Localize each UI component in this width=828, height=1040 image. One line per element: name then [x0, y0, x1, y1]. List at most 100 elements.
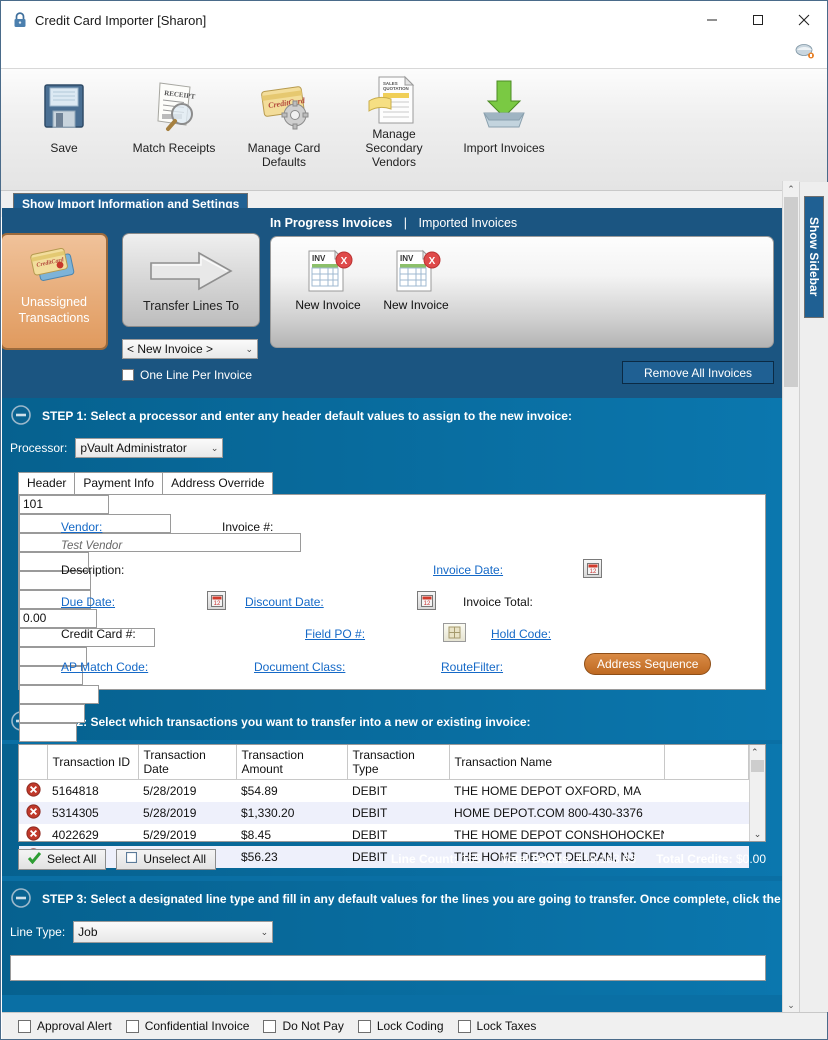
- discount-date-label[interactable]: Discount Date:: [245, 595, 324, 609]
- unselect-all-button[interactable]: Unselect All: [116, 848, 217, 870]
- due-date-calendar-icon[interactable]: 12: [207, 591, 226, 610]
- invoice-date-calendar-icon[interactable]: 12: [583, 559, 602, 578]
- document-class-label[interactable]: Document Class:: [254, 660, 345, 674]
- hold-code-label[interactable]: Hold Code:: [491, 627, 551, 641]
- cube-icon[interactable]: [443, 623, 466, 642]
- transactions-table-scrollbar[interactable]: ⌃ ⌄: [749, 745, 765, 841]
- invoice-item[interactable]: INV X New Invoice: [377, 249, 455, 312]
- new-invoice-select[interactable]: < New Invoice > ⌄: [122, 339, 258, 359]
- scroll-up-arrow-icon[interactable]: ⌃: [783, 181, 799, 197]
- route-filter-input[interactable]: [19, 723, 77, 742]
- cell-transaction-id: 5314305: [47, 802, 138, 824]
- scroll-down-arrow-icon[interactable]: ⌄: [783, 997, 799, 1013]
- scroll-up-arrow-icon[interactable]: ⌃: [751, 745, 764, 759]
- column-header-select[interactable]: [19, 745, 48, 780]
- column-header-transaction-id[interactable]: Transaction ID: [47, 745, 139, 780]
- delete-circle-icon[interactable]: [24, 782, 42, 800]
- tab-header[interactable]: Header: [18, 472, 76, 494]
- show-sidebar-button[interactable]: Show Sidebar: [804, 196, 824, 318]
- collapse-minus-icon[interactable]: [10, 887, 32, 912]
- help-icon[interactable]: [795, 42, 815, 63]
- svg-text:12: 12: [423, 601, 430, 607]
- line-type-select[interactable]: Job ⌄: [73, 921, 274, 943]
- route-filter-label[interactable]: RouteFilter:: [441, 660, 503, 674]
- ap-match-code-label[interactable]: AP Match Code:: [61, 660, 148, 674]
- cell-transaction-name: THE HOME DEPOT OXFORD, MA: [454, 784, 642, 798]
- toolbar-match-receipts-button[interactable]: RECEIPT Match Receipts: [119, 75, 229, 155]
- line-count-group: Line Count: 155: [391, 852, 481, 866]
- tab-address-override[interactable]: Address Override: [162, 472, 274, 494]
- due-date-label[interactable]: Due Date:: [61, 595, 115, 609]
- row-delete-cell[interactable]: [19, 802, 47, 824]
- toolbar-manage-card-defaults-button[interactable]: CreditCard Manage Card Defaults: [229, 75, 339, 169]
- column-header-transaction-amount[interactable]: Transaction Amount: [236, 745, 348, 780]
- invoice-list-panel: INV X New Invoice INV X New Invoice: [270, 236, 774, 348]
- vendor-input[interactable]: 101: [19, 495, 109, 514]
- remove-all-invoices-button[interactable]: Remove All Invoices: [622, 361, 774, 384]
- step1-header[interactable]: STEP 1: Select a processor and enter any…: [2, 398, 782, 434]
- one-line-per-invoice-checkbox[interactable]: One Line Per Invoice: [122, 368, 252, 382]
- table-row[interactable]: 4022629 5/29/2019 $8.45 DEBIT THE HOME D…: [19, 824, 749, 846]
- ap-match-code-input[interactable]: [19, 685, 99, 704]
- checkbox-do-not-pay[interactable]: Do Not Pay: [263, 1019, 344, 1033]
- maximize-button[interactable]: [735, 1, 781, 39]
- table-row[interactable]: 5314305 5/28/2019 $1,330.20 DEBIT HOME D…: [19, 802, 749, 824]
- content-scroll-thumb[interactable]: [784, 197, 798, 387]
- field-po-label[interactable]: Field PO #:: [305, 627, 365, 641]
- tab-payment-info[interactable]: Payment Info: [74, 472, 164, 494]
- invoice-item[interactable]: INV X New Invoice: [289, 249, 367, 312]
- step1-header-text: STEP 1: Select a processor and enter any…: [42, 409, 572, 423]
- cell-transaction-amount: $56.23: [236, 846, 347, 868]
- row-delete-cell[interactable]: [19, 824, 47, 846]
- delete-circle-icon[interactable]: [24, 804, 42, 822]
- delete-circle-icon[interactable]: [24, 826, 42, 844]
- toolbar-manage-secondary-vendors-button[interactable]: SALES QUOTATION Manage Secondary Vendors: [339, 75, 449, 169]
- column-header-transaction-name[interactable]: Transaction Name: [449, 745, 665, 780]
- invoice-date-label[interactable]: Invoice Date:: [433, 563, 503, 577]
- tab-in-progress-invoices[interactable]: In Progress Invoices: [270, 216, 392, 230]
- collapse-minus-icon[interactable]: [10, 404, 32, 429]
- right-arrow-icon: [145, 248, 237, 297]
- line-type-label: Line Type:: [10, 925, 66, 939]
- total-debits-label: Total Debits:: [500, 852, 573, 866]
- minimize-button[interactable]: [689, 1, 735, 39]
- tab-imported-invoices[interactable]: Imported Invoices: [419, 216, 518, 230]
- cell-transaction-id: 4022629: [52, 828, 99, 842]
- sales-quotation-icon: SALES QUOTATION: [339, 75, 449, 127]
- empty-checkbox-icon: [126, 851, 138, 866]
- lock-icon: [13, 12, 27, 28]
- checkbox-approval-alert[interactable]: Approval Alert: [18, 1019, 112, 1033]
- unselect-all-label: Unselect All: [143, 852, 207, 866]
- discount-date-calendar-icon[interactable]: 12: [417, 591, 436, 610]
- table-row[interactable]: 5164818 5/28/2019 $54.89 DEBIT THE HOME …: [19, 780, 749, 803]
- vendor-label[interactable]: Vendor:: [61, 520, 102, 534]
- invoice-total-input[interactable]: 0.00: [19, 609, 97, 628]
- column-header-transaction-date[interactable]: Transaction Date: [138, 745, 237, 780]
- column-header-extra[interactable]: [664, 745, 749, 780]
- column-header-transaction-type[interactable]: Transaction Type: [347, 745, 450, 780]
- main-content: CreditCard Unassigned Transactions Trans…: [2, 208, 782, 1012]
- step2-header[interactable]: STEP 2: Select which transactions you wa…: [2, 704, 782, 740]
- address-sequence-button[interactable]: Address Sequence: [584, 653, 712, 675]
- scroll-thumb[interactable]: [751, 760, 764, 772]
- line-defaults-panel[interactable]: [10, 955, 766, 981]
- checkbox-lock-coding[interactable]: Lock Coding: [357, 1019, 444, 1033]
- step3-header[interactable]: STEP 3: Select a designated line type an…: [2, 881, 782, 917]
- cell-transaction-name: HOME DEPOT.COM 800-430-3376: [449, 802, 664, 824]
- select-all-button[interactable]: Select All: [18, 848, 107, 870]
- toolbar-save-button[interactable]: Save: [9, 75, 119, 155]
- document-class-input[interactable]: [19, 704, 85, 723]
- processor-row: Processor: pVault Administrator ⌄: [2, 434, 782, 462]
- checkbox-box: [122, 369, 134, 381]
- transfer-lines-to-button[interactable]: Transfer Lines To: [122, 233, 260, 327]
- checkbox-confidential-invoice[interactable]: Confidential Invoice: [125, 1019, 249, 1033]
- processor-select[interactable]: pVault Administrator ⌄: [75, 438, 224, 458]
- close-button[interactable]: [781, 1, 827, 39]
- row-delete-cell[interactable]: [19, 780, 47, 803]
- unassigned-transactions-button[interactable]: CreditCard Unassigned Transactions: [2, 233, 108, 350]
- cell-transaction-type: DEBIT: [352, 828, 388, 842]
- scroll-down-arrow-icon[interactable]: ⌄: [754, 827, 762, 841]
- checkbox-lock-taxes[interactable]: Lock Taxes: [457, 1019, 536, 1033]
- content-scrollbar[interactable]: ⌃ ⌄: [782, 181, 799, 1013]
- toolbar-import-invoices-button[interactable]: Import Invoices: [449, 75, 559, 155]
